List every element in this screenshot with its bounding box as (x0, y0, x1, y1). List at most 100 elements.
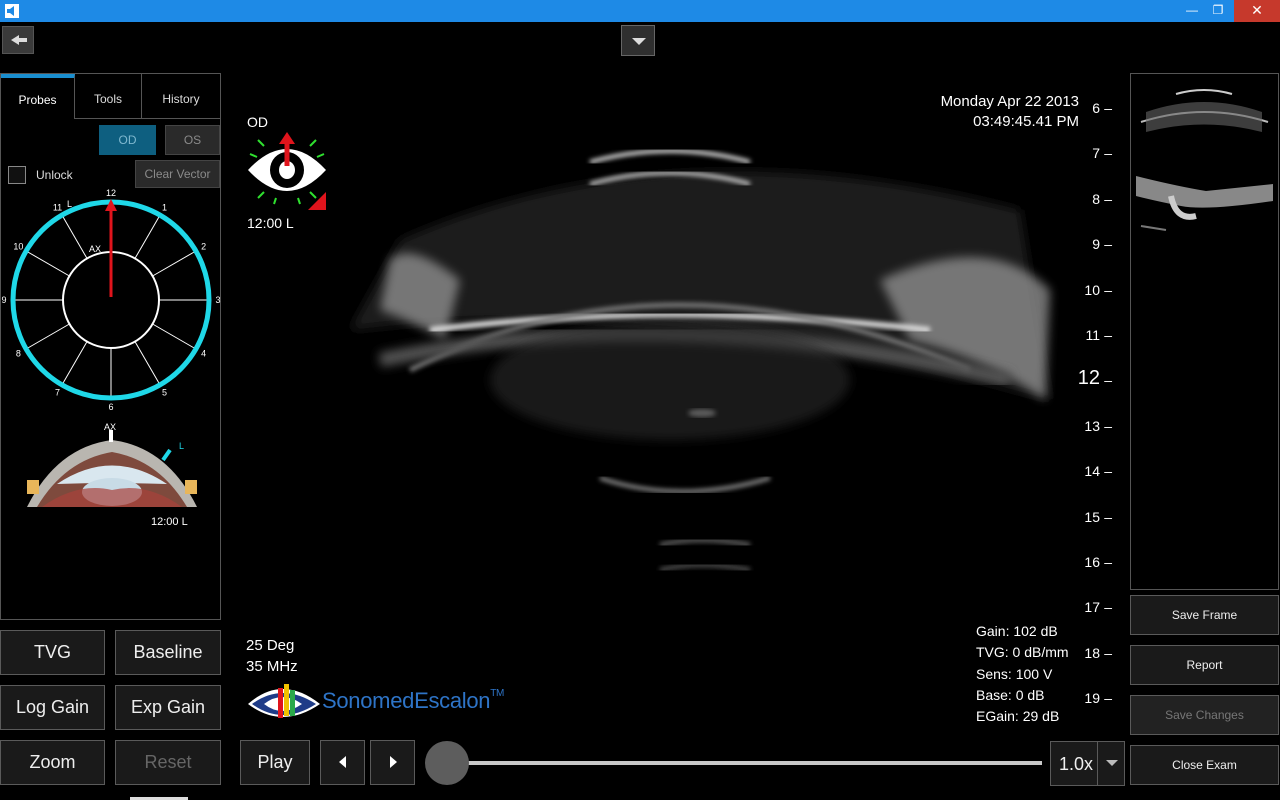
clock-number-5: 5 (162, 388, 167, 398)
depth-tick-mark: – (1104, 644, 1112, 661)
depth-tick-mark: – (1104, 100, 1112, 116)
thumbnail-frame-2[interactable] (1136, 166, 1273, 238)
clock-number-6: 6 (108, 402, 113, 412)
depth-tick-mark: – (1104, 190, 1112, 207)
maximize-button[interactable]: ❐ (1206, 0, 1230, 22)
depth-tick-label: 15 (1084, 508, 1100, 525)
depth-tick-label: 7 (1092, 145, 1100, 162)
minimize-button[interactable]: — (1180, 0, 1204, 22)
clock-l-label: L (67, 199, 72, 209)
depth-tick-label: 12 (1077, 367, 1100, 390)
clock-spoke (152, 250, 197, 277)
baseline-button[interactable]: Baseline (115, 630, 221, 675)
clock-spoke (61, 214, 88, 259)
speaker-app-icon (5, 4, 19, 18)
os-button[interactable]: OS (165, 125, 220, 155)
clock-number-7: 7 (55, 388, 60, 398)
cross-l-label: L (179, 441, 184, 451)
cross-ax-label: AX (104, 422, 116, 432)
log-gain-button[interactable]: Log Gain (0, 685, 105, 730)
depth-tick-mark: – (1104, 599, 1112, 616)
exam-datetime: Monday Apr 22 2013 03:49:45.41 PM (941, 92, 1079, 132)
window-titlebar: — ❐ ✕ (0, 0, 1280, 22)
save-frame-button[interactable]: Save Frame (1130, 595, 1279, 635)
close-button[interactable]: ✕ (1234, 0, 1280, 22)
clock-number-1: 1 (162, 202, 167, 212)
depth-tick-mark: – (1104, 327, 1112, 343)
angle-readout: 25 Deg (246, 637, 295, 654)
eye-orientation-icon (248, 132, 326, 210)
tab-probes[interactable]: Probes (1, 74, 75, 119)
back-arrow-icon (11, 35, 27, 45)
logo-eye-icon (248, 684, 320, 718)
depth-tick-label: 9 (1092, 236, 1100, 253)
zoom-button[interactable]: Zoom (0, 740, 105, 785)
depth-tick-mark: – (1104, 372, 1112, 389)
frame-slider-handle[interactable] (425, 741, 469, 785)
depth-tick-mark: – (1104, 690, 1112, 707)
depth-tick-mark: – (1104, 508, 1112, 525)
depth-tick-mark: – (1104, 417, 1112, 434)
sonomed-escalon-logo: SonomedEscalonTM (246, 674, 546, 726)
play-button[interactable]: Play (240, 740, 310, 785)
exam-date: Monday Apr 22 2013 (940, 93, 1079, 110)
reset-button[interactable]: Reset (115, 740, 221, 785)
clock-number-9: 9 (1, 295, 6, 305)
clock-number-2: 2 (201, 242, 206, 252)
base-readout: Base: 0 dB (976, 686, 1045, 703)
report-button[interactable]: Report (1130, 645, 1279, 685)
probe-settings: 25 Deg 35 MHz (246, 635, 298, 677)
depth-tick-mark: – (1104, 236, 1112, 253)
od-button[interactable]: OD (99, 125, 156, 155)
tab-history[interactable]: History (142, 74, 221, 119)
playback-speed-select[interactable]: 1.0x (1050, 741, 1125, 786)
chevron-down-icon[interactable] (1097, 742, 1125, 785)
previous-frame-button[interactable] (320, 740, 365, 785)
tvg-readout: TVG: 0 dB/mm (976, 644, 1069, 661)
tab-bar: Probes Tools History (1, 74, 222, 119)
depth-tick-label: 6 (1092, 100, 1100, 116)
clock-spoke (25, 250, 70, 277)
unlock-checkbox[interactable] (8, 166, 26, 184)
gain-readout: Gain: 102 dB (976, 623, 1058, 639)
sens-readout: Sens: 100 V (976, 665, 1053, 682)
clock-spoke (61, 341, 88, 386)
cross-section-time: 12:00 L (151, 516, 188, 528)
depth-scale: 6–7–8–9–10–11–12–13–14–15–16–17–18–19– (1070, 90, 1130, 730)
clock-spoke (134, 341, 161, 386)
chevron-down-icon[interactable] (621, 25, 655, 56)
depth-tick-mark: – (1104, 145, 1112, 162)
save-changes-button[interactable]: Save Changes (1130, 695, 1279, 735)
triangle-right-icon (390, 756, 397, 768)
frame-thumbnails (1130, 73, 1279, 590)
probe-position-label: 12:00 L (247, 215, 294, 231)
clear-vector-button[interactable]: Clear Vector (135, 160, 220, 188)
playback-speed-value: 1.0x (1059, 754, 1094, 774)
close-exam-button[interactable]: Close Exam (1130, 745, 1279, 785)
probes-panel: Probes Tools History OD OS Unlock Clear … (0, 73, 221, 620)
clock-number-10: 10 (13, 242, 23, 252)
thumbnail-frame-1[interactable] (1136, 82, 1273, 154)
tab-tools[interactable]: Tools (75, 74, 142, 119)
depth-tick-mark: – (1104, 463, 1112, 480)
exam-time: 03:49:45.41 PM (973, 113, 1079, 130)
frame-slider-track[interactable] (448, 761, 1042, 765)
depth-tick-label: 17 (1084, 599, 1100, 616)
depth-tick-label: 18 (1084, 644, 1100, 661)
depth-tick-label: 14 (1084, 463, 1100, 480)
clock-number-3: 3 (215, 295, 220, 305)
probe-clock-dial[interactable]: 121234567891011 L AX (1, 187, 222, 427)
depth-tick-label: 19 (1084, 690, 1100, 707)
unlock-label: Unlock (36, 168, 73, 182)
depth-tick-label: 13 (1084, 417, 1100, 434)
clock-number-8: 8 (16, 349, 21, 359)
tvg-button[interactable]: TVG (0, 630, 105, 675)
clock-number-12: 12 (106, 188, 116, 198)
clock-number-4: 4 (201, 349, 206, 359)
next-frame-button[interactable] (370, 740, 415, 785)
depth-tick-label: 11 (1085, 327, 1100, 343)
back-button[interactable] (2, 26, 34, 54)
exp-gain-button[interactable]: Exp Gain (115, 685, 221, 730)
depth-tick-label: 8 (1092, 190, 1100, 207)
clock-number-11: 11 (53, 202, 62, 212)
